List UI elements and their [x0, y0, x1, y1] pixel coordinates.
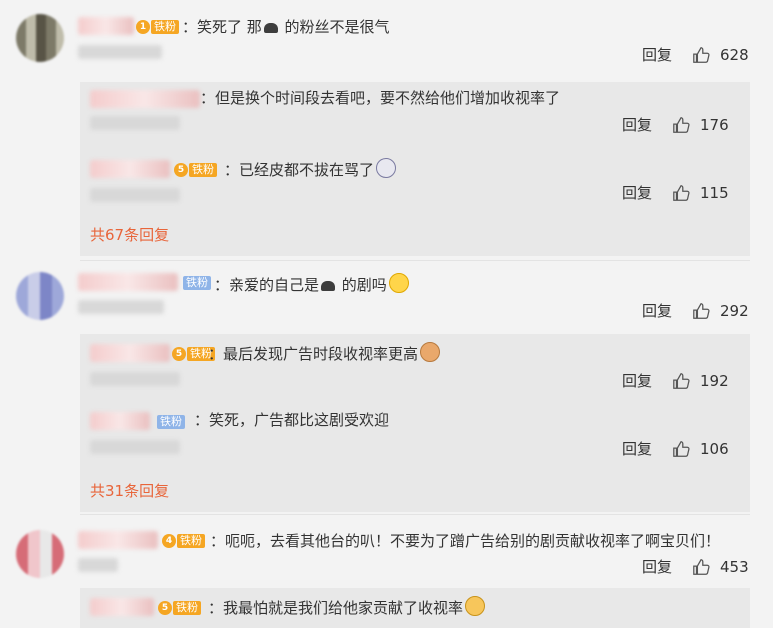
crown-icon: 5	[158, 601, 172, 615]
crown-icon: 4	[162, 534, 176, 548]
reply-thread: 5 铁粉 ：最后发现广告时段收视率更高 回复 192 铁粉 ：笑死，广告都比这剧…	[80, 334, 750, 512]
reply-item: 铁粉 ：笑死，广告都比这剧受欢迎 回复 106	[90, 402, 740, 472]
like-count: 292	[720, 301, 749, 320]
divider	[80, 514, 750, 515]
like-count: 115	[700, 183, 729, 202]
reply-text: ：最后发现广告时段收视率更高	[208, 342, 441, 364]
crown-icon: 5	[174, 163, 188, 177]
fan-badge: 铁粉	[182, 275, 211, 291]
fan-badge: 4 铁粉	[162, 533, 205, 549]
reply-button[interactable]: 回复	[642, 300, 672, 321]
username-blurred[interactable]	[78, 17, 134, 35]
fan-badge: 5 铁粉	[158, 600, 201, 616]
like-button[interactable]: 628	[692, 46, 749, 64]
username-blurred[interactable]	[90, 160, 170, 178]
username-blurred[interactable]	[90, 412, 150, 430]
reply-text: ：我最怕就是我们给他家贡献了收视率	[208, 596, 486, 618]
reply-text: ：笑死，广告都比这剧受欢迎	[194, 411, 390, 429]
like-count: 453	[720, 557, 749, 576]
reply-text: ：已经皮都不拔在骂了	[224, 158, 397, 180]
divider	[80, 260, 750, 261]
reply-button[interactable]: 回复	[622, 114, 652, 135]
reply-actions: 回复 106	[622, 438, 729, 459]
hat-icon	[263, 23, 278, 33]
reply-text: ：但是换个时间段去看吧，要不然给他们增加收视率了	[200, 89, 561, 107]
timestamp-blurred	[90, 440, 180, 454]
username-blurred[interactable]	[90, 344, 170, 362]
username-blurred[interactable]	[78, 531, 158, 549]
like-count: 106	[700, 439, 729, 458]
like-button[interactable]: 106	[672, 440, 729, 458]
thumbs-up-icon	[673, 372, 690, 389]
fan-badge: 铁粉	[156, 414, 185, 430]
comment-actions: 回复 292	[642, 300, 749, 321]
comment-actions: 回复 628	[642, 44, 749, 65]
timestamp-blurred	[78, 558, 118, 572]
more-replies-link[interactable]: 共31条回复	[90, 480, 169, 501]
thumbs-up-icon	[693, 302, 710, 319]
thumbs-up-icon	[693, 558, 710, 575]
username-blurred[interactable]	[78, 273, 178, 291]
like-count: 192	[700, 371, 729, 390]
laughing-emoji-icon	[388, 273, 409, 293]
reply-item: 5 铁粉 ：我最怕就是我们给他家贡献了收视率	[90, 588, 740, 628]
avatar[interactable]	[16, 272, 64, 320]
like-button[interactable]: 115	[672, 184, 729, 202]
timestamp-blurred	[90, 372, 180, 386]
reply-button[interactable]: 回复	[642, 556, 672, 577]
fan-badge: 5 铁粉	[174, 162, 217, 178]
timestamp-blurred	[78, 300, 164, 314]
reply-item: 5 铁粉 ：最后发现广告时段收视率更高 回复 192	[90, 334, 740, 402]
fan-badge: 1 铁粉	[136, 19, 179, 35]
like-button[interactable]: 453	[692, 558, 749, 576]
timestamp-blurred	[90, 188, 180, 202]
thumbs-up-icon	[673, 184, 690, 201]
crown-icon: 1	[136, 20, 150, 34]
cat-emoji-icon	[420, 342, 441, 362]
hat-icon	[321, 281, 336, 291]
like-button[interactable]: 176	[672, 116, 729, 134]
reply-button[interactable]: 回复	[622, 438, 652, 459]
reply-button[interactable]: 回复	[642, 44, 672, 65]
username-blurred[interactable]	[90, 90, 200, 108]
thumbs-up-icon	[673, 440, 690, 457]
reply-actions: 回复 115	[622, 182, 729, 203]
avatar[interactable]	[16, 14, 64, 62]
comments-panel: 1 铁粉 ：笑死了 那 的粉丝不是很气 回复 628 ：但是换个时间段去看吧，要…	[0, 0, 773, 628]
timestamp-blurred	[78, 45, 162, 59]
like-button[interactable]: 292	[692, 302, 749, 320]
comment-text: ：亲爱的自己是 的剧吗	[214, 273, 409, 295]
thumbs-up-icon	[673, 116, 690, 133]
username-blurred[interactable]	[90, 598, 154, 616]
reply-thread: 5 铁粉 ：我最怕就是我们给他家贡献了收视率	[80, 588, 750, 628]
like-count: 176	[700, 115, 729, 134]
like-button[interactable]: 192	[672, 372, 729, 390]
more-replies-link[interactable]: 共67条回复	[90, 224, 169, 245]
reply-item: 5 铁粉 ：已经皮都不拔在骂了 回复 115	[90, 150, 740, 220]
comment-text: ：笑死了 那 的粉丝不是很气	[182, 18, 390, 36]
figure-emoji-icon	[465, 596, 486, 616]
comment-text: ：呃呃，去看其他台的叭！不要为了蹭广告给别的剧贡献收视率了啊宝贝们！	[210, 532, 721, 550]
dizzy-face-emoji-icon	[376, 158, 397, 178]
like-count: 628	[720, 45, 749, 64]
thumbs-up-icon	[693, 46, 710, 63]
reply-button[interactable]: 回复	[622, 182, 652, 203]
reply-button[interactable]: 回复	[622, 370, 652, 391]
avatar[interactable]	[16, 530, 64, 578]
reply-actions: 回复 176	[622, 114, 729, 135]
reply-actions: 回复 192	[622, 370, 729, 391]
reply-item: ：但是换个时间段去看吧，要不然给他们增加收视率了 回复 176	[90, 82, 740, 150]
comment-actions: 回复 453	[642, 556, 749, 577]
reply-thread: ：但是换个时间段去看吧，要不然给他们增加收视率了 回复 176 5 铁粉 ：已经…	[80, 82, 750, 256]
crown-icon: 5	[172, 347, 186, 361]
timestamp-blurred	[90, 116, 180, 130]
